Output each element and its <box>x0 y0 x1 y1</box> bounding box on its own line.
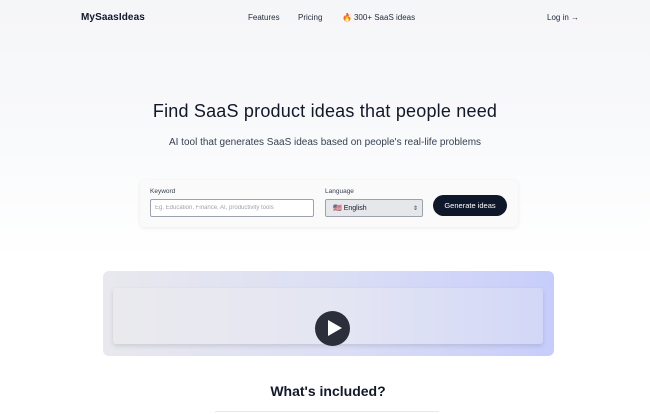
chevron-updown-icon: ⇕ <box>412 206 418 212</box>
top-nav: MySaasIdeas Features Pricing 🔥 300+ SaaS … <box>0 0 650 36</box>
page-title: Find SaaS product ideas that people need <box>152 101 498 121</box>
section-divider <box>215 411 439 412</box>
nav-link-features[interactable]: Features <box>248 13 280 22</box>
language-select[interactable]: 🇺🇸 English ⇕ <box>325 199 423 217</box>
fire-icon: 🔥 <box>342 13 352 22</box>
generate-ideas-button[interactable]: Generate ideas <box>433 195 507 216</box>
us-flag-icon: 🇺🇸 <box>333 205 342 212</box>
language-label: Language <box>325 188 354 195</box>
idea-generator-form: Keyword Language 🇺🇸 English ⇕ Generate i… <box>140 180 518 227</box>
play-button[interactable] <box>315 311 350 346</box>
video-section <box>103 271 554 356</box>
keyword-input[interactable] <box>150 199 314 217</box>
language-selected-value: English <box>343 204 367 212</box>
nav-link-saas-ideas[interactable]: 🔥 300+ SaaS ideas <box>342 13 415 22</box>
keyword-label: Keyword <box>150 188 176 195</box>
login-link[interactable]: Log in → <box>547 13 579 22</box>
page-subtitle: AI tool that generates SaaS ideas based … <box>168 137 482 148</box>
play-icon <box>328 320 342 336</box>
nav-link-pricing[interactable]: Pricing <box>298 13 322 22</box>
whats-included-heading: What's included? <box>270 383 386 399</box>
nav-link-saas-ideas-label: 300+ SaaS ideas <box>353 13 416 22</box>
